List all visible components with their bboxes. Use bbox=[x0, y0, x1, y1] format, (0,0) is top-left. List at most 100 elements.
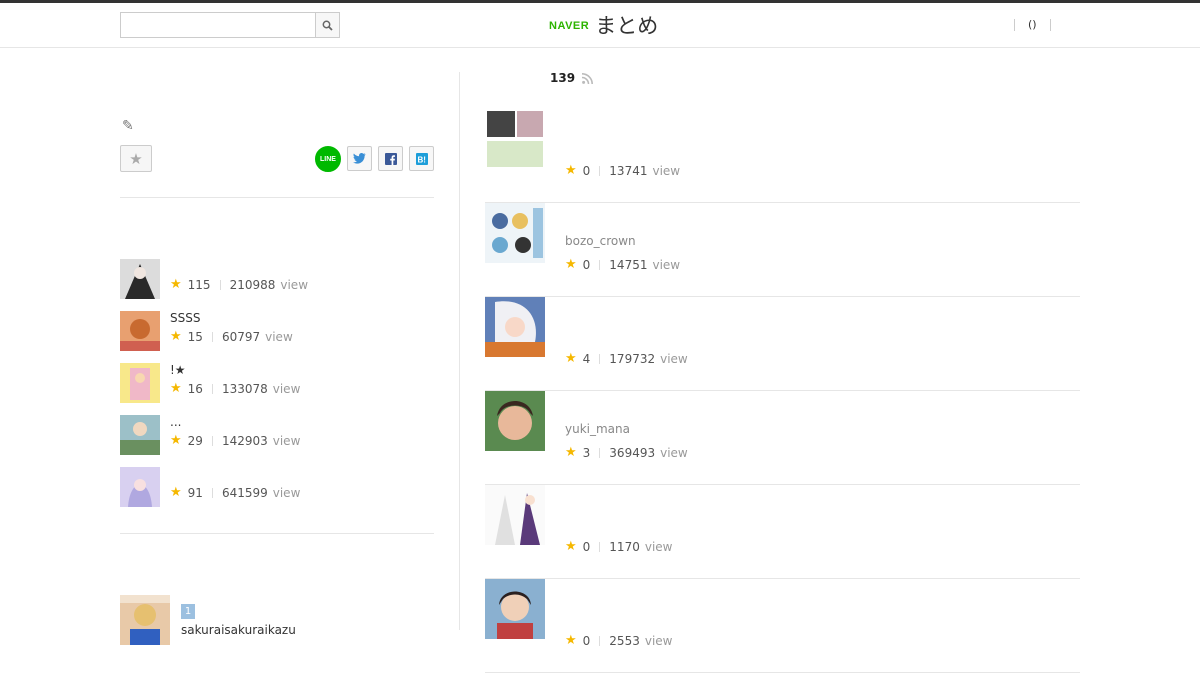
matome-thumbnail[interactable] bbox=[485, 297, 545, 357]
view-label: view bbox=[272, 381, 301, 396]
related-title[interactable]: ... bbox=[170, 415, 181, 429]
view-label: view bbox=[652, 163, 681, 178]
logo-brand: NAVER bbox=[549, 20, 590, 32]
favorite-button[interactable]: ★ bbox=[120, 145, 152, 172]
divider bbox=[120, 533, 434, 534]
view-label: view bbox=[660, 351, 688, 366]
related-item[interactable]: !★ ★ 16 133078 view bbox=[120, 363, 434, 403]
view-count: 60797 bbox=[221, 329, 261, 344]
related-title[interactable]: !★ bbox=[170, 363, 186, 377]
avatar[interactable] bbox=[120, 595, 170, 645]
star-icon: ★ bbox=[565, 539, 577, 554]
author-name[interactable]: bozo_crown bbox=[565, 234, 636, 248]
view-label: view bbox=[265, 329, 293, 344]
header-nav-item[interactable]: () bbox=[1014, 19, 1050, 31]
facebook-icon bbox=[384, 152, 397, 165]
author-name[interactable]: yuki_mana bbox=[565, 422, 630, 436]
ranking-user-name[interactable]: sakuraisakuraikazu bbox=[181, 623, 296, 637]
view-count: 1170 bbox=[609, 539, 640, 554]
rank-badge: 1 bbox=[181, 604, 195, 619]
related-item[interactable]: ... ★ 29 142903 view bbox=[120, 415, 434, 455]
matome-item[interactable]: ★ 0 13741 view bbox=[485, 109, 1080, 203]
divider bbox=[120, 197, 434, 198]
matome-count: 139 bbox=[550, 71, 594, 85]
favorite-count: 0 bbox=[582, 163, 591, 178]
related-thumbnail[interactable] bbox=[120, 311, 160, 351]
view-count: 369493 bbox=[609, 445, 656, 460]
search-input[interactable] bbox=[120, 12, 340, 38]
search-button[interactable] bbox=[315, 12, 340, 38]
stats-divider bbox=[211, 383, 213, 394]
rss-icon[interactable] bbox=[582, 72, 594, 84]
related-item[interactable]: ★ 91 641599 view bbox=[120, 467, 434, 507]
matome-thumbnail[interactable] bbox=[485, 485, 545, 545]
share-buttons: LINE B! bbox=[315, 146, 434, 172]
view-label: view bbox=[652, 257, 681, 272]
search-icon bbox=[322, 20, 333, 31]
favorite-count: 115 bbox=[187, 277, 211, 292]
star-icon: ★ bbox=[170, 433, 182, 448]
line-icon: LINE bbox=[320, 155, 336, 163]
star-icon: ★ bbox=[565, 445, 577, 460]
related-item[interactable]: SSSS ★ 15 60797 view bbox=[120, 311, 434, 351]
matome-thumbnail[interactable] bbox=[485, 109, 545, 169]
stats-divider bbox=[599, 635, 601, 646]
pencil-icon[interactable]: ✎ bbox=[122, 118, 134, 134]
favorite-count: 3 bbox=[582, 445, 591, 460]
stats: ★ 16 133078 view bbox=[170, 381, 300, 396]
twitter-share-button[interactable] bbox=[347, 146, 372, 171]
matome-thumbnail[interactable] bbox=[485, 391, 545, 451]
matome-thumbnail[interactable] bbox=[485, 579, 545, 639]
star-icon: ★ bbox=[170, 485, 182, 500]
matome-thumbnail[interactable] bbox=[485, 203, 545, 263]
stats-divider bbox=[219, 279, 221, 290]
related-thumbnail[interactable] bbox=[120, 415, 160, 455]
site-logo[interactable]: NAVER まとめ bbox=[549, 13, 658, 39]
stats: ★ 15 60797 view bbox=[170, 329, 293, 344]
related-title[interactable]: SSSS bbox=[170, 311, 200, 325]
stats-divider bbox=[599, 259, 601, 270]
stats-divider bbox=[599, 541, 601, 552]
view-count: 13741 bbox=[609, 163, 648, 178]
view-count: 179732 bbox=[609, 351, 656, 366]
related-thumbnail[interactable] bbox=[120, 363, 160, 403]
stats: ★ 115 210988 view bbox=[170, 277, 308, 292]
matome-item[interactable]: ★ 0 2553 view bbox=[485, 579, 1080, 673]
star-icon: ★ bbox=[129, 149, 143, 168]
count-value: 139 bbox=[550, 71, 576, 85]
view-label: view bbox=[644, 539, 673, 554]
matome-item[interactable]: ★ 0 1170 view bbox=[485, 485, 1080, 579]
stats: ★ 0 2553 view bbox=[565, 633, 672, 648]
stats-divider bbox=[211, 331, 213, 342]
star-icon: ★ bbox=[170, 329, 182, 344]
column-divider bbox=[459, 72, 460, 630]
star-icon: ★ bbox=[565, 351, 577, 366]
view-label: view bbox=[272, 433, 301, 448]
favorite-count: 0 bbox=[582, 633, 591, 648]
top-header: NAVER まとめ () bbox=[0, 0, 1200, 48]
stats-divider bbox=[211, 435, 213, 446]
matome-item[interactable]: yuki_mana ★ 3 369493 view bbox=[485, 391, 1080, 485]
view-label: view bbox=[280, 277, 309, 292]
matome-item[interactable]: bozo_crown ★ 0 14751 view bbox=[485, 203, 1080, 297]
header-nav: () bbox=[1014, 19, 1051, 35]
favorite-count: 91 bbox=[187, 485, 203, 500]
favorite-count: 29 bbox=[187, 433, 203, 448]
facebook-share-button[interactable] bbox=[378, 146, 403, 171]
matome-item[interactable]: ★ 4 179732 view bbox=[485, 297, 1080, 391]
view-label: view bbox=[660, 445, 688, 460]
stats-divider bbox=[599, 447, 601, 458]
stats: ★ 29 142903 view bbox=[170, 433, 300, 448]
line-share-button[interactable]: LINE bbox=[315, 146, 341, 172]
stats: ★ 91 641599 view bbox=[170, 485, 300, 500]
hatena-share-button[interactable]: B! bbox=[409, 146, 434, 171]
related-thumbnail[interactable] bbox=[120, 467, 160, 507]
stats: ★ 0 1170 view bbox=[565, 539, 672, 554]
stats-divider bbox=[599, 165, 601, 176]
related-item[interactable]: ★ 115 210988 view bbox=[120, 259, 434, 299]
view-count: 14751 bbox=[609, 257, 648, 272]
related-thumbnail[interactable] bbox=[120, 259, 160, 299]
view-label: view bbox=[644, 633, 673, 648]
twitter-icon bbox=[353, 153, 366, 164]
view-count: 133078 bbox=[221, 381, 268, 396]
